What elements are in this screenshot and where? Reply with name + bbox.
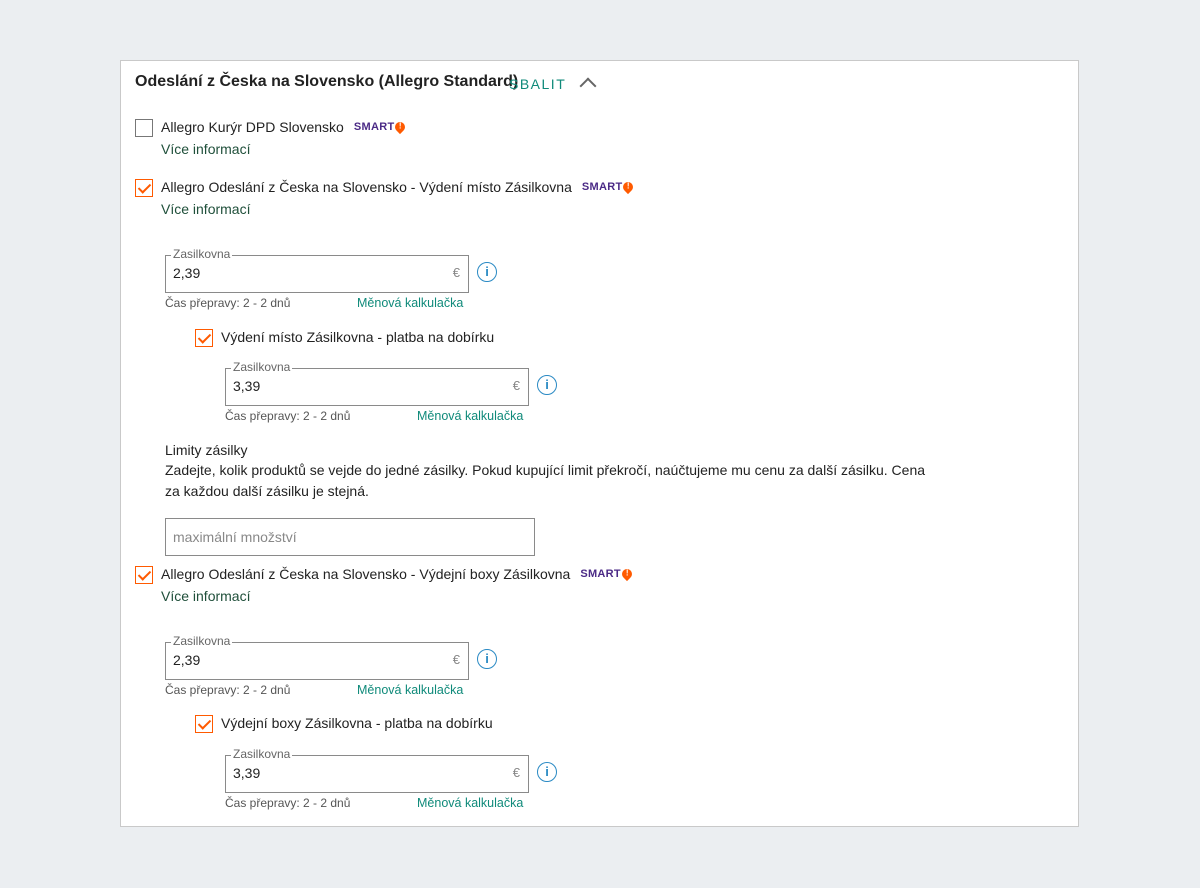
checkbox-pickup-point-cod[interactable] (195, 329, 213, 347)
currency-calculator-link[interactable]: Měnová kalkulačka (417, 796, 523, 810)
option-dpd-label: Allegro Kurýr DPD Slovensko (161, 119, 344, 135)
currency-calculator-link[interactable]: Měnová kalkulačka (357, 683, 463, 697)
price-input-boxes[interactable]: Zasilkovna 2,39 € (165, 634, 469, 680)
smart-pin-icon: ! (393, 119, 408, 135)
more-info-link-dpd[interactable]: Více informací (161, 141, 250, 157)
transit-time: Čas přepravy: 2 - 2 dnů (165, 683, 291, 697)
checkbox-pickup-point[interactable] (135, 179, 153, 197)
more-info-link-boxes[interactable]: Více informací (161, 588, 250, 604)
info-icon[interactable]: i (477, 262, 497, 282)
option-boxes-cod-label: Výdejní boxy Zásilkovna - platba na dobí… (221, 715, 493, 731)
price-value: 3,39 (233, 378, 261, 394)
transit-time: Čas přepravy: 2 - 2 dnů (225, 796, 351, 810)
currency-unit: € (452, 652, 460, 667)
max-quantity-input[interactable]: maximální množství (165, 518, 535, 556)
checkbox-dpd[interactable] (135, 119, 153, 137)
checkbox-boxes[interactable] (135, 566, 153, 584)
option-pickup-point: Allegro Odeslání z Česka na Slovensko - … (161, 179, 636, 195)
option-pickup-point-cod-label: Výdení místo Zásilkovna - platba na dobí… (221, 329, 495, 345)
currency-calculator-link[interactable]: Měnová kalkulačka (417, 409, 523, 423)
limits-title: Limity zásilky (165, 442, 248, 458)
shipping-section-panel: Odeslání z Česka na Slovensko (Allegro S… (120, 60, 1079, 827)
price-legend: Zasilkovna (231, 747, 293, 761)
currency-unit: € (512, 765, 520, 780)
option-boxes-label: Allegro Odeslání z Česka na Slovensko - … (161, 566, 571, 582)
smart-pin-icon: ! (621, 179, 636, 195)
currency-unit: € (452, 265, 460, 280)
limits-description-line1: Zadejte, kolik produktů se vejde do jedn… (165, 462, 926, 478)
info-icon[interactable]: i (537, 762, 557, 782)
price-legend: Zasilkovna (171, 247, 233, 261)
price-input-boxes-cod[interactable]: Zasilkovna 3,39 € (225, 747, 529, 793)
smart-badge: SMART! (580, 566, 635, 582)
max-quantity-placeholder: maximální množství (173, 529, 297, 545)
section-title: Odeslání z Česka na Slovensko (Allegro S… (135, 73, 519, 90)
currency-calculator-link[interactable]: Měnová kalkulačka (357, 296, 463, 310)
price-input-pickup-point[interactable]: Zasilkovna 2,39 € (165, 247, 469, 293)
option-dpd: Allegro Kurýr DPD Slovensko SMART! (161, 119, 408, 135)
price-input-pickup-point-cod[interactable]: Zasilkovna 3,39 € (225, 360, 529, 406)
price-value: 2,39 (173, 265, 201, 281)
price-value: 2,39 (173, 652, 201, 668)
option-boxes: Allegro Odeslání z Česka na Slovensko - … (161, 566, 635, 582)
info-icon[interactable]: i (477, 649, 497, 669)
checkbox-boxes-cod[interactable] (195, 715, 213, 733)
more-info-link-pickup-point[interactable]: Více informací (161, 201, 250, 217)
price-legend: Zasilkovna (171, 634, 233, 648)
smart-badge: SMART! (582, 179, 636, 195)
transit-time: Čas přepravy: 2 - 2 dnů (225, 409, 351, 423)
transit-time: Čas přepravy: 2 - 2 dnů (165, 296, 291, 310)
smart-badge: SMART! (354, 119, 408, 135)
price-value: 3,39 (233, 765, 261, 781)
chevron-up-icon (579, 77, 597, 95)
collapse-button[interactable]: SBALIT (509, 75, 597, 95)
info-icon[interactable]: i (537, 375, 557, 395)
collapse-label: SBALIT (509, 75, 567, 92)
price-legend: Zasilkovna (231, 360, 293, 374)
smart-pin-icon: ! (619, 566, 635, 582)
currency-unit: € (512, 378, 520, 393)
limits-description-line2: za každou další zásilku je stejná. (165, 483, 369, 499)
option-pickup-point-label: Allegro Odeslání z Česka na Slovensko - … (161, 179, 572, 195)
